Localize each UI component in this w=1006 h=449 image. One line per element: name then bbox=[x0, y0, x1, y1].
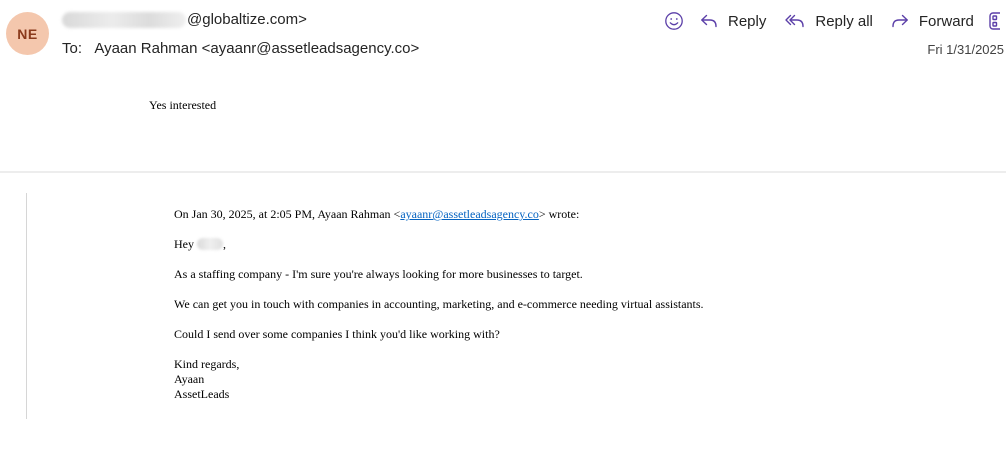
message-actions: Reply Reply all Forward bbox=[664, 9, 1000, 33]
from-line[interactable]: @globaltize.com> bbox=[62, 11, 307, 28]
sender-avatar[interactable]: NE bbox=[6, 12, 49, 55]
quote-attribution: On Jan 30, 2025, at 2:05 PM, Ayaan Rahma… bbox=[174, 207, 704, 222]
to-label: To: bbox=[62, 40, 83, 57]
signature-company: AssetLeads bbox=[174, 387, 230, 401]
quote-paragraph-3: Could I send over some companies I think… bbox=[174, 327, 500, 341]
signature-name: Ayaan bbox=[174, 372, 205, 386]
more-apps-icon bbox=[988, 11, 1000, 31]
greeting-prefix: Hey bbox=[174, 237, 194, 251]
reply-body-text: Yes interested bbox=[149, 98, 217, 112]
reply-button[interactable]: Reply bbox=[699, 11, 766, 31]
reply-all-button[interactable]: Reply all bbox=[784, 11, 873, 31]
redacted-sender-name bbox=[62, 11, 186, 28]
to-recipient[interactable]: Ayaan Rahman <ayaanr@assetleadsagency.co… bbox=[94, 40, 419, 57]
emoji-reaction-button[interactable] bbox=[664, 11, 684, 31]
attribution-prefix: On Jan 30, 2025, at 2:05 PM, Ayaan Rahma… bbox=[174, 207, 401, 221]
reply-all-label: Reply all bbox=[815, 12, 873, 30]
signature-signoff: Kind regards, bbox=[174, 357, 240, 371]
reply-icon bbox=[699, 11, 719, 31]
redacted-recipient-name bbox=[197, 238, 223, 250]
forward-label: Forward bbox=[918, 12, 974, 30]
reply-label: Reply bbox=[728, 12, 767, 30]
quote-greeting: Hey , bbox=[174, 237, 704, 252]
greeting-suffix: , bbox=[223, 237, 226, 251]
forward-button[interactable]: Forward bbox=[890, 11, 974, 31]
quote-paragraph-1: As a staffing company - I'm sure you're … bbox=[174, 267, 583, 281]
avatar-initials: NE bbox=[17, 25, 38, 42]
forward-icon bbox=[890, 11, 910, 31]
message-date: Fri 1/31/2025 bbox=[927, 42, 1004, 57]
quote-signature: Kind regards, Ayaan AssetLeads bbox=[174, 357, 704, 402]
attribution-email-link[interactable]: ayaanr@assetleadsagency.co bbox=[400, 207, 539, 221]
more-apps-button[interactable] bbox=[988, 11, 1000, 31]
reply-divider bbox=[0, 171, 1006, 173]
from-address: @globaltize.com> bbox=[187, 11, 307, 28]
quote-bar bbox=[26, 193, 27, 419]
quoted-message: On Jan 30, 2025, at 2:05 PM, Ayaan Rahma… bbox=[174, 207, 704, 402]
reply-all-icon bbox=[784, 11, 806, 31]
quote-paragraph-2: We can get you in touch with companies i… bbox=[174, 297, 704, 311]
emoji-icon bbox=[664, 11, 684, 31]
to-line: To: Ayaan Rahman <ayaanr@assetleadsagenc… bbox=[62, 40, 419, 57]
attribution-suffix: > wrote: bbox=[538, 207, 580, 221]
